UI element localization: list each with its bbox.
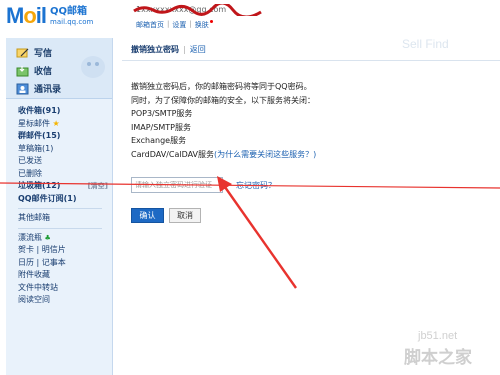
sidebar: 写信 收信 通讯录 收件箱(91) 星标邮件 ★ 群邮件(15) 草稿箱(1) …: [6, 38, 113, 375]
penguin-decoration-icon: [81, 56, 105, 78]
folder-sent[interactable]: 已发送: [18, 155, 112, 168]
link-separator: |: [189, 20, 192, 28]
folder-deleted[interactable]: 已删除: [18, 168, 112, 181]
logo-url: mail.qq.com: [50, 17, 94, 26]
main-panel: 撤销独立密码 | 返回 撤销独立密码后，你的邮箱密码将等同于QQ密码。 同时，为…: [122, 38, 500, 375]
title-separator: |: [183, 44, 186, 54]
compose-label: 写信: [34, 49, 53, 59]
watermark-site: jb51.net: [418, 330, 458, 342]
divider: [18, 208, 102, 209]
watermark-brand: 脚本之家: [404, 348, 472, 368]
password-input[interactable]: 请输入独立密码进行验证: [131, 177, 223, 193]
folder-inbox[interactable]: 收件箱(91): [18, 105, 112, 118]
top-watermark: Sell Find: [402, 37, 449, 51]
folder-starred[interactable]: 星标邮件 ★: [18, 118, 112, 131]
link-separator: |: [167, 20, 170, 28]
revoke-password-form: 撤销独立密码后，你的邮箱密码将等同于QQ密码。 同时，为了保障你的邮箱的安全，以…: [122, 61, 500, 223]
plant-icon: ♣: [44, 233, 51, 242]
check-mail-label: 收信: [34, 67, 53, 77]
pencil-icon: [16, 48, 29, 57]
app-drift-bottle-label: 漂流瓶: [18, 232, 42, 242]
back-link[interactable]: 返回: [190, 44, 206, 55]
app-file-transfer[interactable]: 文件中转站: [18, 282, 112, 295]
contacts-icon: [16, 83, 29, 94]
link-settings[interactable]: 设置: [172, 20, 186, 30]
logo-wordmark: Moil: [6, 3, 47, 28]
compose-button[interactable]: 写信: [16, 46, 52, 59]
logo-cn: QQ邮箱: [50, 5, 88, 17]
app-cards[interactable]: 贺卡 | 明信片: [18, 244, 112, 257]
new-dot-icon: [209, 20, 213, 23]
service-exchange: Exchange服务: [131, 136, 187, 145]
folder-other-mailboxes[interactable]: 其他邮箱: [18, 212, 112, 225]
folder-spam[interactable]: 垃圾箱(12) [清空]: [18, 180, 112, 193]
redaction-scribble: [133, 4, 262, 16]
quick-actions: 写信 收信 通讯录: [6, 38, 112, 99]
header: Moil QQ邮箱 mail.qq.com 1xxxxxxxxxx@qq.com…: [0, 0, 500, 34]
service-imap: IMAP/SMTP服务: [131, 122, 191, 132]
service-carddav: CardDAV/CalDAV服务(为什么需要关闭这些服务？): [131, 148, 500, 162]
folder-drafts[interactable]: 草稿箱(1): [18, 143, 112, 156]
check-mail-button[interactable]: 收信: [16, 64, 52, 77]
contacts-button[interactable]: 通讯录: [16, 82, 61, 95]
page-title: 撤销独立密码: [131, 44, 179, 54]
empty-spam-link[interactable]: [清空]: [88, 180, 108, 193]
app-reading-space[interactable]: 阅读空间: [18, 294, 112, 307]
service-pop3: POP3/SMTP服务: [131, 109, 193, 118]
service-carddav-label: CardDAV/CalDAV服务: [131, 149, 215, 159]
folder-subscriptions[interactable]: QQ邮件订阅(1): [18, 193, 112, 206]
info-line: 同时，为了保障你的邮箱的安全，以下服务将关闭：: [131, 95, 315, 105]
top-links: 邮箱首页 | 设置 | 换肤: [136, 20, 213, 30]
confirm-button[interactable]: 确认: [131, 208, 164, 223]
why-close-link[interactable]: (为什么需要关闭这些服务？): [214, 150, 316, 159]
app-attachments[interactable]: 附件收藏: [18, 269, 112, 282]
folder-spam-label: 垃圾箱(12): [18, 181, 61, 190]
link-skin[interactable]: 换肤: [195, 20, 213, 30]
contacts-label: 通讯录: [34, 85, 62, 95]
forgot-password-link[interactable]: 忘记密码？: [236, 180, 276, 191]
link-skin-label: 换肤: [194, 21, 209, 29]
info-line: 撤销独立密码后，你的邮箱密码将等同于QQ密码。: [131, 82, 312, 91]
divider: [18, 227, 102, 229]
app-drift-bottle[interactable]: 漂流瓶 ♣: [18, 232, 112, 245]
link-mail-home[interactable]: 邮箱首页: [136, 20, 164, 30]
cancel-button[interactable]: 取消: [169, 208, 201, 223]
folder-starred-label: 星标邮件: [18, 118, 50, 128]
app-calendar-notes[interactable]: 日历 | 记事本: [18, 257, 112, 270]
star-icon: ★: [52, 118, 60, 128]
inbox-icon: [16, 65, 29, 76]
folder-list: 收件箱(91) 星标邮件 ★ 群邮件(15) 草稿箱(1) 已发送 已删除 垃圾…: [6, 99, 112, 307]
folder-group-mail[interactable]: 群邮件(15): [18, 130, 112, 143]
qq-mail-logo[interactable]: Moil QQ邮箱 mail.qq.com: [6, 5, 93, 27]
